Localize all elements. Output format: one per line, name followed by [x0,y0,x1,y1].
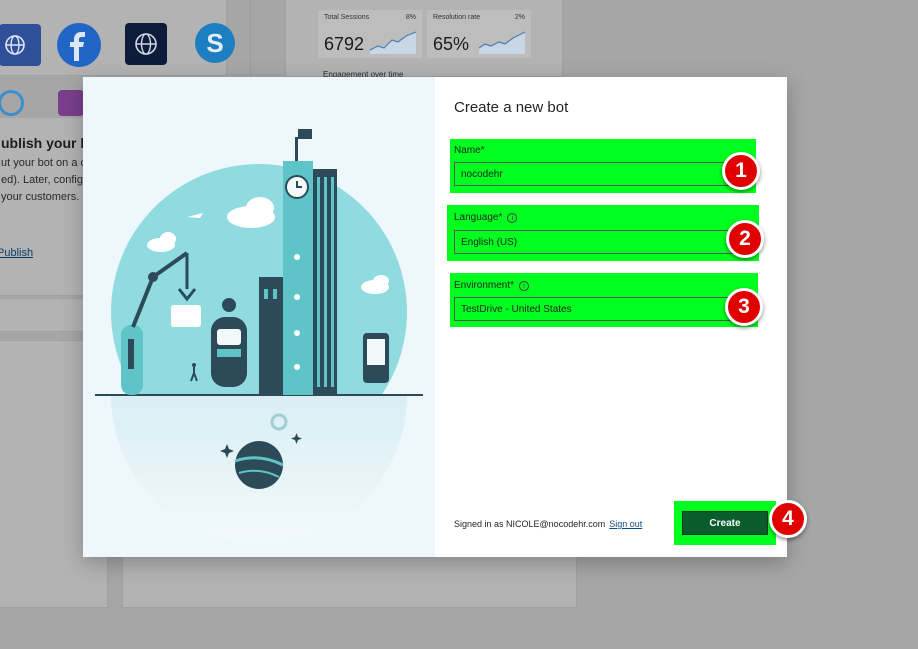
create-bot-form: Create a new bot Name* nocodehr 1 Langua… [435,77,807,557]
publish-card-text: your customers. [1,191,80,203]
step-badge-1: 1 [722,152,760,190]
language-field-group: Language* i English (US) ⌄ [447,205,759,261]
sparkline-icon [369,31,417,54]
cortana-icon [0,90,24,116]
web-globe-icon [0,24,41,66]
name-field-group: Name* nocodehr [450,139,756,193]
signed-in-info: Signed in as NICOLE@nocodehr.com Sign out [454,519,642,529]
environment-dropdown[interactable]: TestDrive - United States ⌄ [454,297,752,321]
metric-label: Total Sessions [324,14,370,21]
name-label: Name* [454,145,485,156]
step-badge-4: 4 [769,500,807,538]
name-input[interactable]: nocodehr [454,162,752,186]
teams-app-icon [58,90,84,116]
skype-icon: S [195,23,235,63]
create-bot-dialog: Create a new bot Name* nocodehr 1 Langua… [83,77,807,557]
dialog-title: Create a new bot [454,99,569,116]
info-icon[interactable]: i [507,212,518,223]
metric-change: 8% [405,14,416,21]
illustration-panel [83,77,435,557]
create-button[interactable]: Create [682,511,768,535]
signed-in-text: Signed in as NICOLE@nocodehr.com [454,519,606,529]
environment-label: Environment* i [454,280,530,291]
metric-value: 65% [433,34,470,54]
total-sessions-metric: Total Sessions 8% 6792 [318,10,422,58]
resolution-rate-metric: Resolution rate 2% 65% [427,10,531,58]
create-button-highlight: Create [674,501,776,545]
metric-value: 6792 [324,34,365,54]
sparkline-icon [478,31,526,54]
channels-card: S [0,0,235,76]
language-dropdown-value: English (US) [461,236,518,248]
facebook-icon [57,23,101,67]
sign-out-link[interactable]: Sign out [609,519,642,529]
name-label-text: Name* [454,145,485,156]
metric-change: 2% [514,14,525,21]
website-icon [125,23,167,65]
metric-label: Resolution rate [433,14,481,21]
publish-card-text: ed). Later, configu [1,174,90,186]
analytics-card: Total Sessions 8% 6792 Resolution rate 2… [285,0,563,79]
name-input-value: nocodehr [461,168,503,180]
language-label: Language* i [454,212,518,223]
publish-link[interactable]: Publish [0,247,33,259]
language-dropdown[interactable]: English (US) ⌄ [454,230,752,254]
info-icon[interactable]: i [519,280,530,291]
step-badge-3: 3 [725,288,763,326]
environment-label-text: Environment* [454,280,515,291]
city-illustration [95,129,423,543]
step-badge-2: 2 [726,220,764,258]
language-label-text: Language* [454,212,503,223]
environment-dropdown-value: TestDrive - United States [461,303,572,315]
left-top-divider [250,0,251,77]
environment-field-group: Environment* i TestDrive - United States… [450,273,758,327]
publish-card-text: ut your bot on a c [1,157,86,169]
